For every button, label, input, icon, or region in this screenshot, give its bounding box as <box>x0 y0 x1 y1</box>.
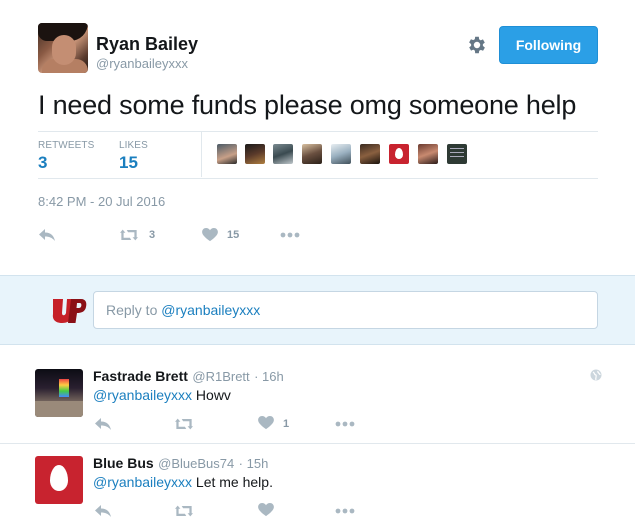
divider <box>38 131 598 132</box>
reply-time[interactable]: · 16h <box>254 369 284 384</box>
reply-icon[interactable] <box>94 504 112 518</box>
reply-author-name[interactable]: Fastrade Brett <box>93 368 188 384</box>
reply-text: @ryanbaileyxxx Let me help. <box>93 474 273 490</box>
divider <box>38 178 598 179</box>
more-icon[interactable] <box>334 504 356 518</box>
stats-divider <box>201 131 202 177</box>
liker-avatar[interactable] <box>273 144 293 164</box>
reply-avatar[interactable] <box>35 369 83 417</box>
reply-prefix: Reply to <box>106 302 162 318</box>
reply-header: Blue Bus @BlueBus74 · 15h <box>93 455 268 473</box>
more-icon[interactable] <box>334 417 356 431</box>
more-icon[interactable] <box>279 228 301 242</box>
liker-avatar[interactable] <box>245 144 265 164</box>
retweets-count[interactable]: 3 <box>38 153 47 173</box>
retweet-icon[interactable] <box>175 504 193 518</box>
likes-count[interactable]: 15 <box>119 153 138 173</box>
reply-mention[interactable]: @ryanbaileyxxx <box>93 474 192 490</box>
reply-author-handle[interactable]: @BlueBus74 <box>158 456 234 471</box>
retweet-count: 3 <box>149 229 156 241</box>
like-count: 15 <box>227 229 240 241</box>
liker-avatar[interactable] <box>389 144 409 164</box>
globe-icon[interactable] <box>590 369 602 381</box>
reply-header: Fastrade Brett @R1Brett · 16h <box>93 368 284 386</box>
reply-mention: @ryanbaileyxxx <box>161 302 261 318</box>
following-button[interactable]: Following <box>499 26 598 64</box>
reply-mention[interactable]: @ryanbaileyxxx <box>93 387 192 403</box>
liker-avatar[interactable] <box>418 144 438 164</box>
reply-icon[interactable] <box>38 228 56 242</box>
liker-avatar[interactable] <box>447 144 467 164</box>
reply-avatar[interactable] <box>35 456 83 504</box>
reply-text: @ryanbaileyxxx Howv <box>93 387 231 403</box>
tweet-text: I need some funds please omg someone hel… <box>38 90 577 120</box>
heart-icon[interactable] <box>257 416 275 430</box>
like-count: 1 <box>283 418 290 430</box>
divider <box>0 275 635 276</box>
retweet-icon[interactable] <box>120 228 138 242</box>
liker-avatar[interactable] <box>331 144 351 164</box>
user-avatar <box>52 299 87 323</box>
liker-avatar[interactable] <box>360 144 380 164</box>
liker-avatar[interactable] <box>302 144 322 164</box>
heart-icon[interactable] <box>257 503 275 517</box>
reply-author-handle[interactable]: @R1Brett <box>192 369 249 384</box>
likes-label: LIKES <box>119 140 148 151</box>
reply-input[interactable]: Reply to @ryanbaileyxxx <box>93 291 598 329</box>
reply-body: Let me help. <box>192 474 273 490</box>
author-handle[interactable]: @ryanbaileyxxx <box>96 56 188 71</box>
retweet-icon[interactable] <box>175 417 193 431</box>
retweets-label: RETWEETS <box>38 140 95 151</box>
reply-icon[interactable] <box>94 417 112 431</box>
divider <box>0 443 635 444</box>
tweet-timestamp[interactable]: 8:42 PM - 20 Jul 2016 <box>38 194 165 209</box>
liker-avatar[interactable] <box>217 144 237 164</box>
reply-author-name[interactable]: Blue Bus <box>93 455 154 471</box>
heart-icon[interactable] <box>201 228 219 242</box>
divider <box>0 344 635 345</box>
author-avatar[interactable] <box>38 23 88 73</box>
author-name[interactable]: Ryan Bailey <box>96 34 198 55</box>
reply-body: Howv <box>192 387 231 403</box>
reply-time[interactable]: · 15h <box>239 456 269 471</box>
gear-icon[interactable] <box>466 34 488 56</box>
